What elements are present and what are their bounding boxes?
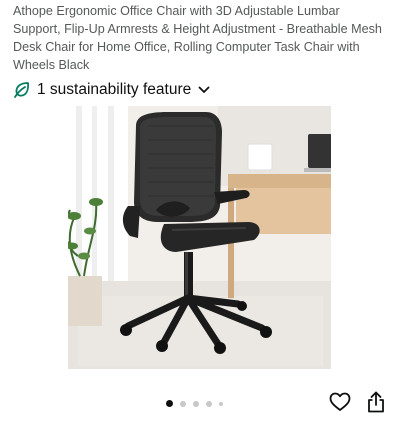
leaf-icon bbox=[13, 81, 31, 99]
add-to-list-button[interactable] bbox=[327, 391, 353, 417]
carousel-dot-2[interactable] bbox=[180, 400, 186, 407]
carousel-dot-5[interactable] bbox=[219, 401, 223, 406]
carousel-dot-4[interactable] bbox=[206, 400, 212, 407]
share-icon bbox=[367, 391, 385, 418]
product-image[interactable] bbox=[68, 106, 331, 369]
carousel-dot-1[interactable] bbox=[166, 400, 173, 407]
product-title: Athope Ergonomic Office Chair with 3D Ad… bbox=[13, 4, 382, 72]
sustainability-feature-label: 1 sustainability feature bbox=[37, 81, 192, 98]
share-button[interactable] bbox=[363, 391, 389, 417]
chevron-down-icon bbox=[197, 83, 211, 97]
heart-icon bbox=[329, 392, 351, 417]
carousel-dot-3[interactable] bbox=[193, 400, 199, 407]
sustainability-feature-toggle[interactable]: 1 sustainability feature bbox=[13, 78, 211, 102]
image-carousel-indicator[interactable] bbox=[166, 400, 223, 407]
